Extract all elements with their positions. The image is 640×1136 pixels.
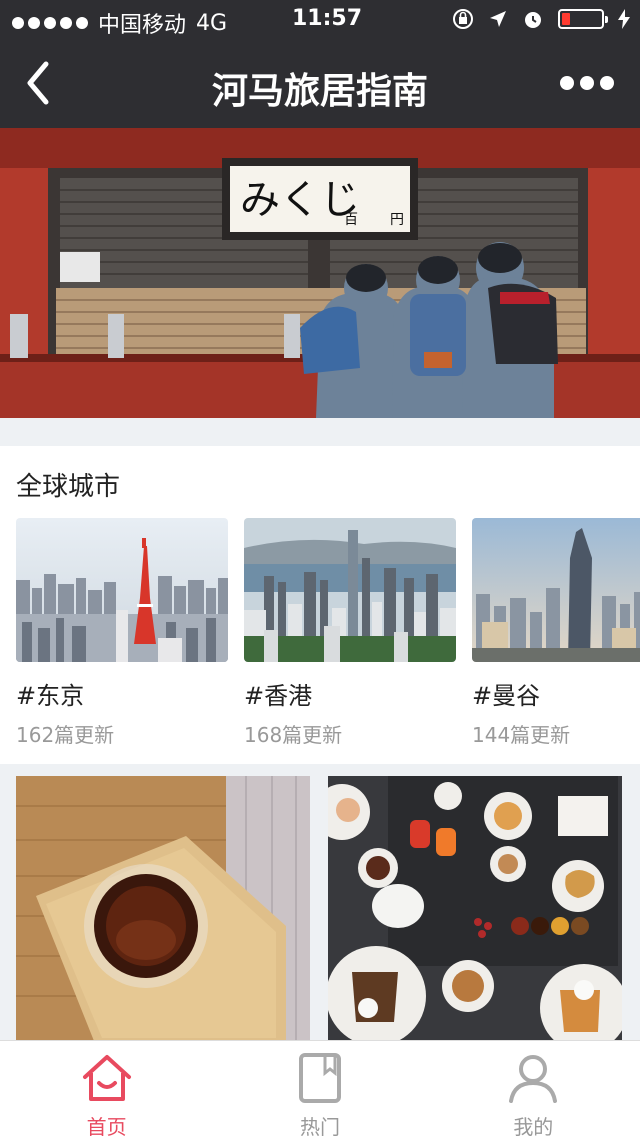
- article-card-coffee[interactable]: [16, 776, 310, 1046]
- sign-text: みくじ: [240, 177, 360, 223]
- location-icon: [490, 11, 506, 27]
- article-card-breakfast[interactable]: [328, 776, 622, 1046]
- sign-small-right: 円: [390, 212, 404, 228]
- city-card-bangkok[interactable]: #曼谷 144篇更新: [472, 518, 640, 748]
- sign-small-left: 百: [344, 212, 358, 228]
- city-name: #东京: [16, 682, 85, 710]
- signal-icon: [12, 17, 88, 29]
- tab-home[interactable]: 首页: [0, 1041, 213, 1136]
- carrier-label: 中国移动: [98, 13, 187, 38]
- tab-hot[interactable]: 热门: [213, 1041, 426, 1136]
- tab-label-hot: 热门: [299, 1115, 340, 1136]
- city-name: #曼谷: [472, 682, 541, 710]
- article-image-coffee: [16, 776, 310, 1046]
- hero-banner[interactable]: みくじ 百 円: [0, 128, 640, 418]
- hero-image: みくじ 百 円: [0, 128, 640, 418]
- city-update-count: 144篇更新: [472, 723, 571, 747]
- battery-icon: [558, 9, 608, 29]
- city-update-count: 168篇更新: [244, 723, 343, 747]
- city-image-tokyo: [16, 518, 228, 662]
- city-image-hongkong: [244, 518, 456, 662]
- orientation-lock-icon: [453, 9, 473, 29]
- nav-bar: 河马旅居指南: [0, 40, 640, 128]
- city-list: #东京 162篇更新 #香港 168篇更新 #曼谷 144篇更新: [16, 518, 640, 748]
- article-image-breakfast: [328, 776, 622, 1046]
- tab-bar: 首页 热门 我的: [0, 1040, 640, 1136]
- bookmark-icon: [298, 1053, 341, 1103]
- tab-me[interactable]: 我的: [427, 1041, 640, 1136]
- article-grid: [16, 776, 622, 1046]
- status-right: [452, 8, 630, 30]
- app-screen: 中国移动 4G 11:57 河马旅居指南 みくじ 百 円 全球城市 #东京 16…: [0, 0, 640, 1136]
- tab-label-home: 首页: [86, 1115, 127, 1136]
- city-card-hongkong[interactable]: #香港 168篇更新: [244, 518, 456, 748]
- home-icon: [82, 1055, 131, 1101]
- page-title: 河马旅居指南: [211, 71, 428, 112]
- network-label: 4G: [196, 10, 228, 36]
- status-left: 中国移动 4G: [12, 7, 227, 39]
- user-icon: [509, 1055, 558, 1103]
- tab-label-me: 我的: [513, 1115, 554, 1136]
- status-bar: 中国移动 4G 11:57: [0, 0, 640, 40]
- status-time: 11:57: [292, 6, 363, 31]
- city-image-bangkok: [472, 518, 640, 662]
- charging-icon: [618, 9, 630, 29]
- city-name: #香港: [244, 682, 313, 710]
- cities-section: 全球城市 #东京 162篇更新 #香港 168篇更新 #曼谷 144篇更新: [0, 446, 640, 764]
- city-update-count: 162篇更新: [16, 723, 115, 747]
- city-card-tokyo[interactable]: #东京 162篇更新: [16, 518, 228, 748]
- alarm-icon: [525, 12, 541, 28]
- section-title: 全球城市: [16, 472, 121, 502]
- more-icon[interactable]: [560, 76, 614, 90]
